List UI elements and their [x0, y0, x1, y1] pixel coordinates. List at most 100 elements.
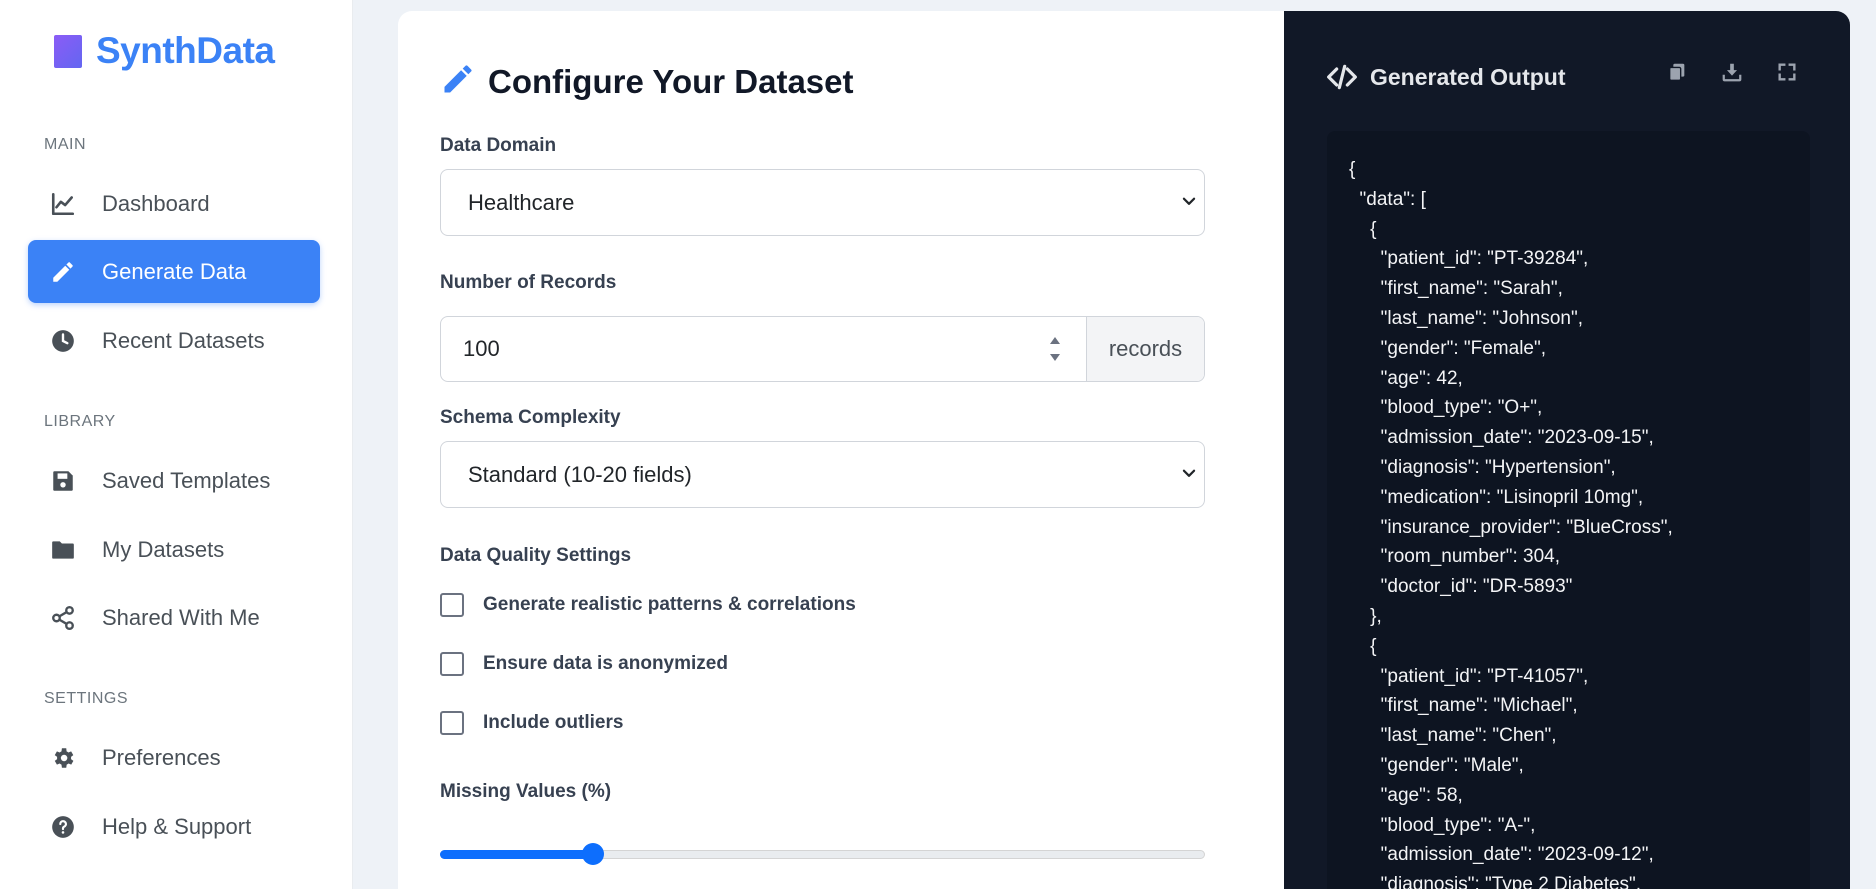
sidebar-item-label: Recent Datasets	[102, 327, 265, 353]
code-line: "room_number": 304,	[1349, 546, 1560, 568]
code-line: "age": 42,	[1349, 367, 1463, 389]
folder-icon	[48, 535, 78, 565]
domain-label: Data Domain	[440, 135, 557, 156]
sidebar-item-dashboard[interactable]: Dashboard	[28, 172, 320, 235]
checkbox[interactable]	[440, 652, 464, 676]
config-panel: Configure Your Dataset Data Domain Healt…	[398, 11, 1284, 889]
page-title: Configure Your Dataset	[488, 62, 854, 100]
save-icon	[48, 466, 78, 496]
spinner-icon[interactable]	[1048, 334, 1062, 364]
records-input-group: 100 records	[440, 316, 1205, 382]
code-line: "last_name": "Johnson",	[1349, 307, 1583, 329]
logo-icon	[54, 34, 82, 68]
code-line: "admission_date": "2023-09-15",	[1349, 427, 1654, 449]
sidebar-item-label: Generate Data	[102, 258, 247, 284]
records-input[interactable]: 100	[441, 317, 1086, 381]
code-line: "first_name": "Sarah",	[1349, 278, 1563, 300]
code-line: "blood_type": "A-",	[1349, 814, 1536, 836]
sidebar-item-label: Saved Templates	[102, 467, 271, 493]
code-line: "medication": "Lisinopril 10mg",	[1349, 486, 1644, 508]
chevron-down-icon	[1182, 469, 1196, 477]
question-circle-icon	[48, 812, 78, 842]
clock-icon	[48, 326, 78, 356]
output-title: Generated Output	[1370, 63, 1566, 90]
sidebar-item-label: Shared With Me	[102, 604, 260, 630]
code-line: "gender": "Male",	[1349, 754, 1524, 776]
sidebar-item-label: Preferences	[102, 744, 221, 770]
section-label-main: MAIN	[44, 136, 86, 153]
sidebar: SynthData MAIN Dashboard Generate Data R…	[0, 0, 353, 889]
sidebar-item-label: Help & Support	[102, 813, 252, 839]
code-line: {	[1349, 635, 1377, 657]
code-line: },	[1349, 605, 1382, 627]
code-line: "first_name": "Michael",	[1349, 695, 1578, 717]
copy-button[interactable]	[1662, 57, 1692, 87]
code-line: "patient_id": "PT-39284",	[1349, 248, 1589, 270]
code-line: "data": [	[1349, 188, 1426, 210]
code-line: "gender": "Female",	[1349, 337, 1547, 359]
code-block[interactable]: { "data": [ { "patient_id": "PT-39284", …	[1327, 131, 1810, 889]
domain-value: Healthcare	[468, 189, 575, 215]
code-line: "patient_id": "PT-41057",	[1349, 665, 1589, 687]
records-label: Number of Records	[440, 272, 617, 293]
download-icon	[1722, 63, 1742, 82]
code-line: "diagnosis": "Hypertension",	[1349, 456, 1616, 478]
code-line: "blood_type": "O+",	[1349, 397, 1543, 419]
sidebar-item-help-support[interactable]: Help & Support	[28, 795, 320, 858]
brand-name: SynthData	[96, 30, 275, 71]
chevron-down-icon	[1182, 197, 1196, 205]
checkbox-label: Include outliers	[483, 712, 624, 733]
slider-fill	[440, 850, 593, 859]
section-label-library: LIBRARY	[44, 413, 116, 430]
share-icon	[48, 603, 78, 633]
chart-line-icon	[48, 189, 78, 219]
checkbox-label: Ensure data is anonymized	[483, 653, 728, 674]
quality-option-outliers[interactable]: Include outliers	[440, 711, 623, 735]
sidebar-item-saved-templates[interactable]: Saved Templates	[28, 449, 320, 512]
code-line: "age": 58,	[1349, 784, 1463, 806]
code-line: "last_name": "Chen",	[1349, 725, 1557, 747]
code-line: "doctor_id": "DR-5893"	[1349, 576, 1573, 598]
complexity-label: Schema Complexity	[440, 407, 621, 428]
records-unit: records	[1086, 317, 1204, 381]
sidebar-item-preferences[interactable]: Preferences	[28, 726, 320, 789]
missing-values-slider[interactable]	[440, 843, 1205, 865]
code-line: {	[1349, 159, 1356, 180]
checkbox[interactable]	[440, 593, 464, 617]
code-content: { "data": [ { "patient_id": "PT-39284", …	[1349, 155, 1673, 889]
pencil-icon	[48, 257, 78, 287]
code-line: "admission_date": "2023-09-12",	[1349, 844, 1654, 866]
sidebar-item-generate-data[interactable]: Generate Data	[28, 240, 320, 303]
code-icon	[1327, 64, 1357, 90]
output-panel: Generated Output { "data": [ { "patient_…	[1284, 11, 1850, 889]
quality-option-patterns[interactable]: Generate realistic patterns & correlatio…	[440, 593, 856, 617]
code-line: "diagnosis": "Type 2 Diabetes",	[1349, 874, 1642, 889]
complexity-select[interactable]: Standard (10-20 fields)	[440, 441, 1205, 508]
brand[interactable]: SynthData	[54, 30, 275, 72]
code-line: "insurance_provider": "BlueCross",	[1349, 516, 1673, 538]
config-header: Configure Your Dataset	[440, 61, 854, 102]
quality-option-anonymized[interactable]: Ensure data is anonymized	[440, 652, 728, 676]
checkbox-label: Generate realistic patterns & correlatio…	[483, 594, 856, 615]
sidebar-item-recent-datasets[interactable]: Recent Datasets	[28, 309, 320, 372]
expand-icon	[1778, 63, 1796, 81]
sidebar-item-shared-with-me[interactable]: Shared With Me	[28, 586, 320, 649]
pencil-icon	[440, 61, 476, 102]
sidebar-item-my-datasets[interactable]: My Datasets	[28, 518, 320, 581]
expand-button[interactable]	[1772, 57, 1802, 87]
slider-thumb[interactable]	[582, 843, 604, 865]
domain-select[interactable]: Healthcare	[440, 169, 1205, 236]
gear-icon	[48, 743, 78, 773]
sidebar-item-label: My Datasets	[102, 536, 225, 562]
missing-values-label: Missing Values (%)	[440, 781, 612, 802]
code-line: {	[1349, 218, 1377, 240]
sidebar-item-label: Dashboard	[102, 190, 210, 216]
checkbox[interactable]	[440, 711, 464, 735]
quality-label: Data Quality Settings	[440, 545, 632, 566]
section-label-settings: SETTINGS	[44, 690, 129, 707]
records-value: 100	[463, 336, 500, 361]
output-header: Generated Output	[1326, 61, 1566, 93]
copy-icon	[1668, 63, 1685, 81]
complexity-value: Standard (10-20 fields)	[468, 461, 692, 487]
download-button[interactable]	[1717, 57, 1747, 87]
